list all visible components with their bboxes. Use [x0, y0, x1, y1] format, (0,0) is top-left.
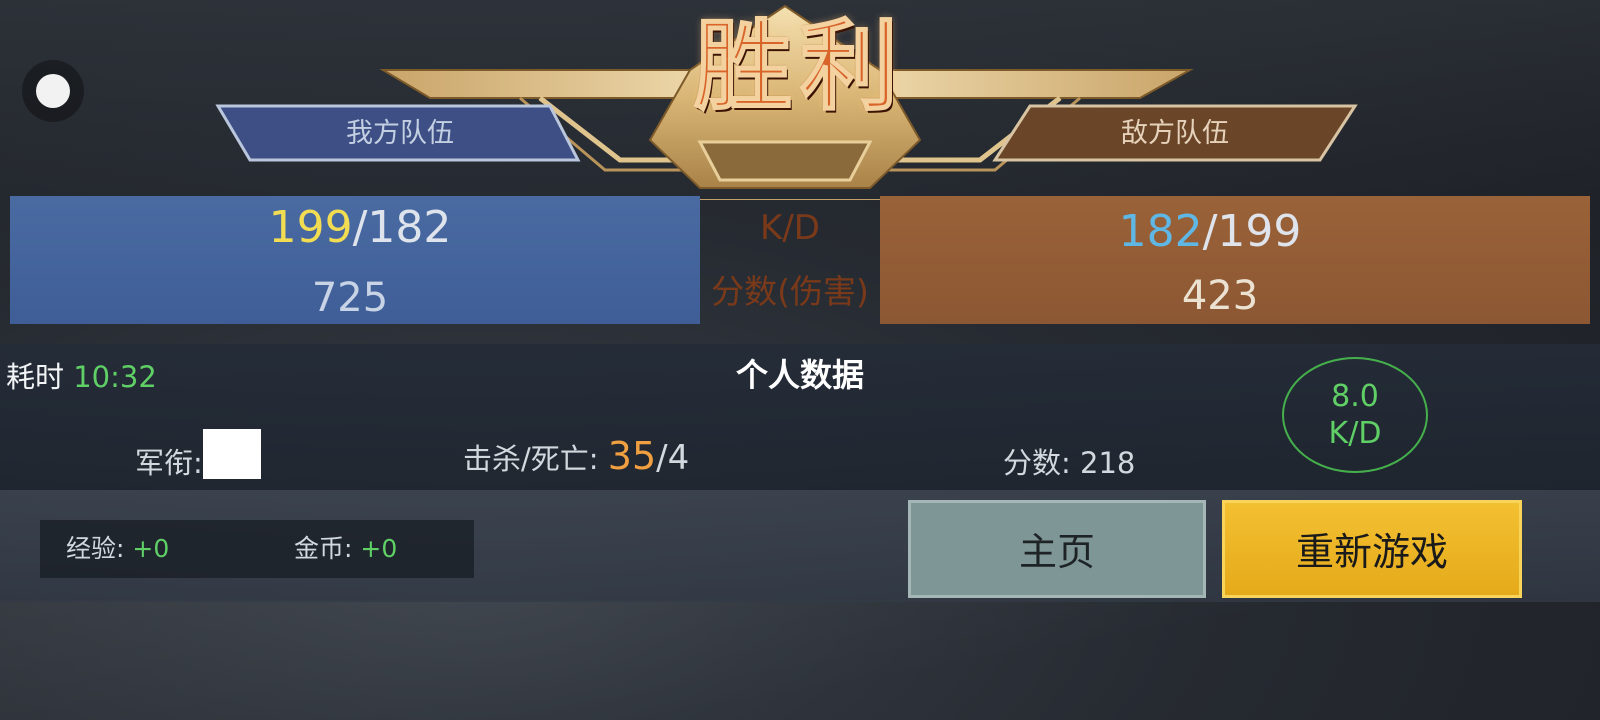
kd-header: K/D — [760, 208, 820, 248]
home-button[interactable]: 主页 — [908, 500, 1206, 598]
rank-badge-icon — [202, 429, 261, 479]
rank-label: 军衔: — [135, 446, 203, 480]
ally-score: 725 — [311, 275, 389, 321]
replay-button[interactable]: 重新游戏 — [1222, 500, 1522, 598]
background-bottom — [0, 600, 1600, 720]
rank: 军衔: — [135, 429, 261, 482]
personal-kills: 35 — [607, 434, 657, 478]
ally-kd: 199/182 — [160, 206, 560, 250]
kd-ratio-value: 8.0 — [1331, 378, 1379, 414]
enemy-score: 423 — [1181, 273, 1259, 319]
elapsed-time-value: 10:32 — [73, 360, 157, 394]
victory-title: 胜利 — [693, 9, 906, 124]
kd-ratio-badge: 8.0 K/D — [1282, 357, 1428, 473]
rewards-box: 经验: +0 金币: +0 — [40, 520, 474, 578]
enemy-kills: 182 — [1118, 206, 1203, 257]
personal-kd: 击杀/死亡: 35/4 — [463, 434, 689, 478]
personal-kd-label: 击杀/死亡: — [463, 442, 608, 476]
elapsed-time: 耗时 10:32 — [6, 354, 157, 396]
personal-score: 分数: 218 — [1003, 440, 1135, 482]
exp-reward: 经验: +0 — [66, 520, 169, 578]
enemy-kd: 182/199 — [1010, 210, 1410, 254]
elapsed-time-label: 耗时 — [6, 360, 74, 394]
gold-value: +0 — [360, 534, 398, 563]
gold-label: 金币: — [294, 534, 361, 563]
enemy-team-label: 敌方队伍 — [1121, 118, 1229, 149]
score-header: 分数(伤害) — [711, 272, 869, 311]
gold-reward: 金币: +0 — [294, 520, 397, 578]
personal-score-value: 218 — [1080, 446, 1136, 480]
kd-ratio-label: K/D — [1328, 416, 1382, 451]
ally-deaths: /182 — [352, 202, 452, 253]
ally-team-label: 我方队伍 — [346, 118, 454, 149]
personal-score-label: 分数: — [1003, 446, 1080, 480]
personal-data-title: 个人数据 — [735, 356, 864, 394]
exp-value: +0 — [132, 534, 170, 563]
enemy-deaths: /199 — [1202, 206, 1302, 257]
ally-kills: 199 — [268, 202, 353, 253]
exp-label: 经验: — [66, 534, 133, 563]
personal-deaths: /4 — [656, 438, 690, 478]
